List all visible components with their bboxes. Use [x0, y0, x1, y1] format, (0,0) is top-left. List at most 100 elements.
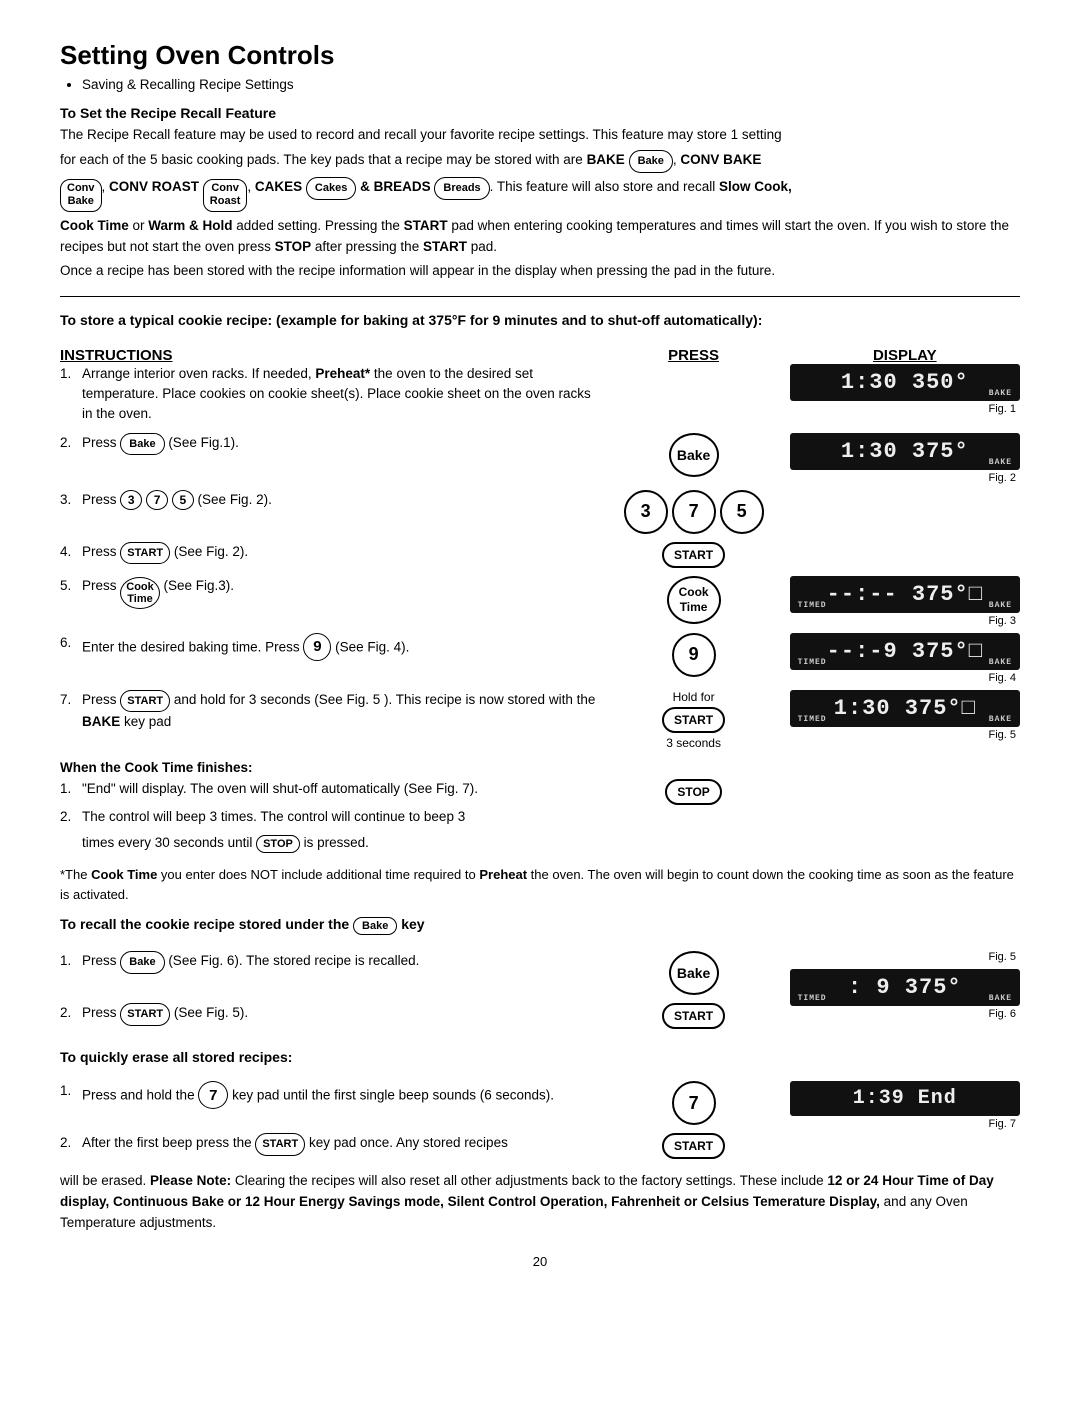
when-stop-press: STOP [598, 779, 790, 805]
step-6-press-item: 9 [598, 633, 790, 677]
erase-table: 1. Press and hold the 7 key pad until th… [60, 1081, 1020, 1167]
recall-step2-instruction: 2. Press START (See Fig. 5). [60, 1003, 598, 1037]
bake-bold: BAKE [587, 152, 625, 167]
erase-section: To quickly erase all stored recipes: 1. … [60, 1049, 1020, 1234]
erase-step2-press: START [598, 1133, 790, 1167]
when-step1-content: "End" will display. The oven will shut-o… [82, 779, 598, 799]
fig2-right-label: BAKE [989, 458, 1012, 467]
preheat-bold-note: Preheat [479, 867, 527, 882]
recall-heading: To recall the cookie recipe stored under… [60, 916, 1020, 935]
step-2-instruction: 2. Press Bake (See Fig.1). [60, 433, 598, 490]
convbake-bold: CONV BAKE [680, 152, 761, 167]
warmhold-bold: Warm & Hold [148, 218, 232, 233]
start-bold2: START [423, 239, 467, 254]
recall-step1-row: 1. Press Bake (See Fig. 6). The stored r… [60, 951, 1020, 1003]
section1-para2: for each of the 5 basic cooking pads. Th… [60, 150, 1020, 173]
bake-bold-step7: BAKE [82, 714, 120, 729]
key-3-inline: 3 [120, 490, 142, 510]
note-preheat: *The Cook Time you enter does NOT includ… [60, 865, 1020, 904]
display-fig6: TIMED : 9 375° BAKE [790, 969, 1020, 1006]
recall-step1-num: 1. [60, 951, 82, 974]
convroast-bold: CONV ROAST [109, 179, 199, 194]
recall-step1-instruction: 1. Press Bake (See Fig. 6). The stored r… [60, 951, 598, 1003]
convbake-key-inline: ConvBake [60, 179, 102, 211]
convroast-key-inline: ConvRoast [203, 179, 248, 211]
fig1-label: Fig. 1 [790, 403, 1020, 415]
step-2-content: Press Bake (See Fig.1). [82, 433, 598, 456]
when-section: When the Cook Time finishes: 1. "End" wi… [60, 760, 1020, 905]
start-bold1: START [404, 218, 448, 233]
step-4-num: 4. [60, 542, 82, 565]
press-start-recall: START [662, 1003, 725, 1029]
section1-para3: ConvBake, CONV ROAST ConvRoast, CAKES Ca… [60, 177, 1020, 211]
key-7-inline: 7 [146, 490, 168, 510]
step-5-row: 5. Press CookTime (See Fig.3). CookTime … [60, 576, 1020, 633]
step-1-display: 1:30 350° BAKE Fig. 1 [790, 364, 1020, 433]
press-start-step7: START [662, 707, 725, 733]
recall-step2-num: 2. [60, 1003, 82, 1026]
press-start-step4: START [662, 542, 725, 568]
erase-step2-num: 2. [60, 1133, 82, 1156]
fig6-text: : 9 375° [848, 975, 962, 1000]
press-bake-step2: Bake [669, 433, 719, 477]
step-4-content: Press START (See Fig. 2). [82, 542, 598, 565]
when-continue: times every 30 seconds until STOP is pre… [82, 835, 598, 853]
section1-para1: The Recipe Recall feature may be used to… [60, 125, 1020, 146]
fig3-label: Fig. 3 [790, 615, 1020, 627]
step-6-content: Enter the desired baking time. Press 9 (… [82, 633, 598, 661]
recall-table: 1. Press Bake (See Fig. 6). The stored r… [60, 951, 1020, 1037]
step-4-press-item: START [598, 542, 790, 568]
key-7-erase-inline: 7 [198, 1081, 228, 1109]
step-5-instruction: 5. Press CookTime (See Fig.3). [60, 576, 598, 633]
press-key-9: 9 [672, 633, 716, 677]
step-3-content: Press 3 7 5 (See Fig. 2). [82, 490, 598, 510]
when-step1: 1. "End" will display. The oven will shu… [60, 779, 598, 799]
recall-section: To recall the cookie recipe stored under… [60, 916, 1020, 1037]
when-layout: 1. "End" will display. The oven will shu… [60, 779, 1020, 860]
recall-step1-press: Bake [598, 951, 790, 1003]
erase-heading: To quickly erase all stored recipes: [60, 1049, 1020, 1065]
stop-key-inline: STOP [256, 835, 300, 853]
key-9-inline: 9 [303, 633, 331, 661]
bake-key-inline: Bake [629, 150, 673, 173]
step-6-num: 6. [60, 633, 82, 661]
erase-step1-instruction: 1. Press and hold the 7 key pad until th… [60, 1081, 598, 1133]
when-display [790, 779, 1020, 860]
fig2-text: 1:30 375° [841, 439, 969, 464]
seconds-label: 3 seconds [666, 736, 721, 750]
step-3-num: 3. [60, 490, 82, 510]
start-key-step4-inline: START [120, 542, 170, 565]
fig5-text: 1:30 375°□ [834, 696, 976, 721]
step-2-press: Bake [598, 433, 790, 490]
when-step2-num: 2. [60, 807, 82, 827]
fig5-label-recall: Fig. 5 [790, 951, 1020, 963]
step-3-press: 3 7 5 [598, 490, 790, 542]
fig3-right-label: BAKE [989, 601, 1012, 610]
cooktime-bold-note: Cook Time [91, 867, 157, 882]
when-instructions: 1. "End" will display. The oven will shu… [60, 779, 598, 860]
display-fig3: TIMED --:-- 375°□ BAKE [790, 576, 1020, 613]
press-key-7-erase: 7 [672, 1081, 716, 1125]
instructions-table: INSTRUCTIONS PRESS DISPLAY 1. Arrange in… [60, 347, 1020, 750]
fig1-text: 1:30 350° [841, 370, 969, 395]
section1-para4: Cook Time or Warm & Hold added setting. … [60, 216, 1020, 258]
press-key-5: 5 [720, 490, 764, 534]
step-7-press-group: Hold for START 3 seconds [598, 690, 790, 750]
page-title: Setting Oven Controls [60, 40, 1020, 71]
step-5-num: 5. [60, 576, 82, 609]
erase-step2-instruction: 2. After the first beep press the START … [60, 1133, 598, 1167]
cakes-key-inline: Cakes [306, 177, 356, 200]
please-note-bold: Please Note: [150, 1173, 231, 1188]
press-stop: STOP [665, 779, 721, 805]
step-1-num: 1. [60, 364, 82, 425]
recall-step2-content: Press START (See Fig. 5). [82, 1003, 598, 1026]
s1p1-text: The Recipe Recall feature may be used to… [60, 127, 782, 142]
recall-step2-press-item: START [598, 1003, 790, 1029]
fig5-right-label: BAKE [989, 715, 1012, 724]
bake-key-step2: Bake [120, 433, 164, 456]
fig3-text: --:-- 375°□ [827, 582, 983, 607]
when-step2-content: The control will beep 3 times. The contr… [82, 807, 598, 827]
step-5-press: CookTime [598, 576, 790, 633]
erase-step1-content: Press and hold the 7 key pad until the f… [82, 1081, 598, 1109]
preheat-bold: Preheat* [315, 366, 370, 381]
